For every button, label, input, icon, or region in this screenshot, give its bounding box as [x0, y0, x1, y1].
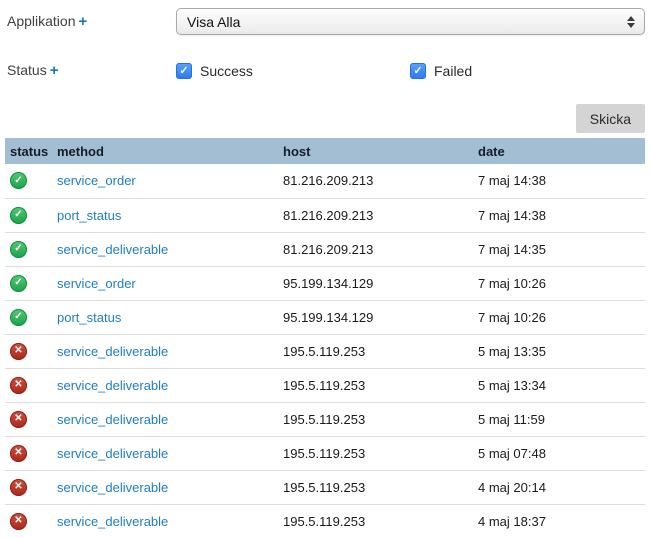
method-link[interactable]: service_order: [57, 173, 136, 188]
method-link[interactable]: service_order: [57, 276, 136, 291]
host-cell: 195.5.119.253: [283, 334, 478, 368]
failed-checkbox-group: ✓ Failed: [410, 63, 472, 79]
host-cell: 195.5.119.253: [283, 368, 478, 402]
status-success-icon: ✓: [10, 309, 27, 326]
table-row: ✕ service_deliverable 195.5.119.253 5 ma…: [5, 402, 645, 436]
method-link[interactable]: service_deliverable: [57, 480, 168, 495]
date-cell: 4 maj 18:37: [478, 504, 645, 538]
date-cell: 5 maj 07:48: [478, 436, 645, 470]
success-checkbox-group: ✓ Success: [176, 63, 410, 79]
table-row: ✓ service_order 95.199.134.129 7 maj 10:…: [5, 266, 645, 300]
table-row: ✓ port_status 81.216.209.213 7 maj 14:38: [5, 198, 645, 232]
method-link[interactable]: service_deliverable: [57, 344, 168, 359]
applikation-label-text: Applikation: [7, 13, 76, 29]
applikation-select-value: Visa Alla: [187, 14, 240, 30]
table-row: ✕ service_deliverable 195.5.119.253 4 ma…: [5, 504, 645, 538]
host-cell: 95.199.134.129: [283, 266, 478, 300]
date-cell: 5 maj 11:59: [478, 402, 645, 436]
submit-row: Skicka: [0, 104, 651, 133]
failed-checkbox-label: Failed: [434, 63, 472, 79]
status-success-icon: ✓: [10, 172, 27, 189]
table-row: ✓ service_order 81.216.209.213 7 maj 14:…: [5, 164, 645, 198]
column-header-status: status: [5, 138, 57, 164]
host-cell: 195.5.119.253: [283, 504, 478, 538]
status-failed-icon: ✕: [10, 411, 27, 428]
status-label: Status+: [7, 62, 176, 79]
date-cell: 5 maj 13:35: [478, 334, 645, 368]
date-cell: 7 maj 14:35: [478, 232, 645, 266]
method-link[interactable]: port_status: [57, 208, 121, 223]
stepper-up-icon: [627, 16, 635, 21]
host-cell: 81.216.209.213: [283, 232, 478, 266]
table-row: ✕ service_deliverable 195.5.119.253 5 ma…: [5, 436, 645, 470]
status-row: Status+ ✓ Success ✓ Failed: [0, 62, 651, 79]
status-success-icon: ✓: [10, 207, 27, 224]
method-link[interactable]: service_deliverable: [57, 412, 168, 427]
applikation-label: Applikation+: [7, 13, 176, 30]
status-success-icon: ✓: [10, 275, 27, 292]
applikation-select[interactable]: Visa Alla: [176, 8, 645, 35]
table-row: ✕ service_deliverable 195.5.119.253 5 ma…: [5, 368, 645, 402]
results-table: status method host date ✓ service_order …: [5, 138, 645, 538]
host-cell: 195.5.119.253: [283, 402, 478, 436]
status-failed-icon: ✕: [10, 377, 27, 394]
success-checkbox[interactable]: ✓: [176, 63, 192, 79]
table-row: ✕ service_deliverable 195.5.119.253 4 ma…: [5, 470, 645, 504]
stepper-down-icon: [627, 23, 635, 28]
status-label-text: Status: [7, 62, 47, 78]
table-row: ✓ port_status 95.199.134.129 7 maj 10:26: [5, 300, 645, 334]
status-success-icon: ✓: [10, 241, 27, 258]
applikation-add-icon[interactable]: +: [79, 13, 88, 30]
method-link[interactable]: service_deliverable: [57, 446, 168, 461]
date-cell: 7 maj 10:26: [478, 266, 645, 300]
skicka-button[interactable]: Skicka: [576, 104, 645, 133]
table-row: ✓ service_deliverable 81.216.209.213 7 m…: [5, 232, 645, 266]
host-cell: 195.5.119.253: [283, 436, 478, 470]
date-cell: 7 maj 10:26: [478, 300, 645, 334]
table-header-row: status method host date: [5, 138, 645, 164]
applikation-row: Applikation+ Visa Alla: [0, 0, 651, 35]
host-cell: 95.199.134.129: [283, 300, 478, 334]
column-header-method: method: [57, 138, 283, 164]
status-failed-icon: ✕: [10, 343, 27, 360]
column-header-host: host: [283, 138, 478, 164]
host-cell: 195.5.119.253: [283, 470, 478, 504]
method-link[interactable]: port_status: [57, 310, 121, 325]
method-link[interactable]: service_deliverable: [57, 378, 168, 393]
date-cell: 5 maj 13:34: [478, 368, 645, 402]
status-failed-icon: ✕: [10, 513, 27, 530]
host-cell: 81.216.209.213: [283, 164, 478, 198]
method-link[interactable]: service_deliverable: [57, 514, 168, 529]
failed-checkbox[interactable]: ✓: [410, 63, 426, 79]
date-cell: 4 maj 20:14: [478, 470, 645, 504]
method-link[interactable]: service_deliverable: [57, 242, 168, 257]
date-cell: 7 maj 14:38: [478, 198, 645, 232]
column-header-date: date: [478, 138, 645, 164]
status-add-icon[interactable]: +: [50, 62, 59, 79]
select-stepper-icon: [627, 16, 635, 28]
success-checkbox-label: Success: [200, 63, 253, 79]
status-failed-icon: ✕: [10, 445, 27, 462]
host-cell: 81.216.209.213: [283, 198, 478, 232]
table-row: ✕ service_deliverable 195.5.119.253 5 ma…: [5, 334, 645, 368]
status-failed-icon: ✕: [10, 479, 27, 496]
date-cell: 7 maj 14:38: [478, 164, 645, 198]
